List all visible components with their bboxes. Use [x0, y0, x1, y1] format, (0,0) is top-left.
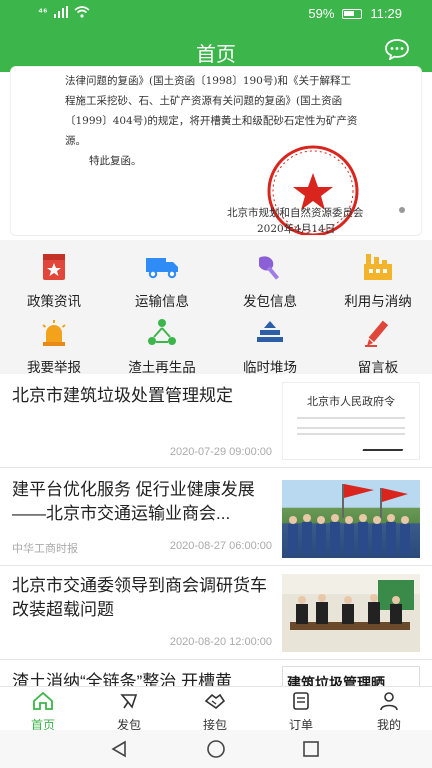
news-source: 中华工商时报	[12, 543, 78, 555]
shovel-icon	[259, 256, 280, 280]
system-nav-bar	[0, 730, 432, 768]
home-button-icon[interactable]	[206, 740, 226, 758]
news-item[interactable]: 建平台优化服务 促行业健康发展——北京市交通运输业商会... 中华工商时报 20…	[0, 470, 432, 566]
news-thumbnail: 北京市人民政府令	[282, 382, 420, 460]
grid-item-label: 运输信息	[135, 294, 189, 309]
grid-item-label: 利用与消纳	[344, 294, 412, 309]
signal-bars-icon	[53, 6, 68, 18]
grid-item-transport[interactable]: 运输信息	[108, 250, 216, 310]
grid-item-label: 临时堆场	[243, 360, 297, 375]
send-icon	[120, 694, 138, 709]
grid-item-report[interactable]: 我要举报	[0, 316, 108, 376]
function-grid: 政策资讯 运输信息 发包信息 利用与消纳 我要举报 渣土再生品 临时堆场 留言板	[0, 240, 432, 376]
handshake-icon	[204, 693, 226, 710]
news-thumbnail	[282, 574, 420, 652]
news-item[interactable]: 北京市建筑垃圾处置管理规定 2020-07-29 09:00:00 北京市人民政…	[0, 374, 432, 468]
tab-accept[interactable]: 接包	[172, 691, 258, 733]
status-bar: ⁴⁶ 59% 11:29	[0, 0, 432, 28]
recents-icon[interactable]	[302, 740, 320, 758]
grid-item-contract[interactable]: 发包信息	[216, 250, 324, 310]
news-title: 北京市建筑垃圾处置管理规定	[12, 386, 233, 405]
news-date: 2020-07-29 09:00:00	[169, 446, 272, 458]
grid-item-label: 发包信息	[243, 294, 297, 309]
grid-item-policy[interactable]: 政策资讯	[0, 250, 108, 310]
grid-item-recycle[interactable]: 渣土再生品	[108, 316, 216, 376]
doc-line: 法律问题的复函》(国土资函〔1998〕190号)和《关于解释工	[65, 75, 351, 87]
document-signer: 北京市规划和自然资源委员会	[227, 207, 364, 219]
grid-item-disposal[interactable]: 利用与消纳	[324, 250, 432, 310]
page-title: 首页	[196, 44, 236, 66]
document-date: 2020年4月14日	[257, 223, 336, 235]
policy-icon	[43, 254, 65, 280]
battery-percent: 59%	[308, 6, 335, 21]
stack-icon	[257, 321, 283, 342]
news-title: 建平台优化服务 促行业健康发展——北京市交通运输业商会...	[12, 480, 255, 523]
news-item[interactable]: 北京市交通委领导到商会调研货车改装超载问题 2020-08-20 12:00:0…	[0, 568, 432, 660]
news-thumbnail	[282, 480, 420, 558]
news-title: 北京市交通委领导到商会调研货车改装超载问题	[12, 576, 267, 619]
grid-item-label: 我要举报	[27, 360, 81, 375]
banner-carousel[interactable]: 法律问题的复函》(国土资函〔1998〕190号)和《关于解释工 程施工采挖砂、石…	[10, 66, 422, 236]
tab-mine[interactable]: 我的	[346, 691, 432, 733]
signal-icon: ⁴⁶	[38, 6, 48, 18]
grid-item-yard[interactable]: 临时堆场	[216, 316, 324, 376]
home-icon	[33, 691, 53, 710]
grid-item-messages[interactable]: 留言板	[324, 316, 432, 376]
wifi-icon	[74, 6, 90, 18]
doc-line: 程施工采挖砂、石、土矿产资源有关问题的复函》(国土资函	[65, 95, 343, 107]
doc-line: 〔1999〕404号)的规定，将开槽黄土和级配砂石定性为矿产资	[65, 115, 358, 127]
user-icon	[380, 692, 398, 711]
carousel-indicator[interactable]	[399, 207, 405, 213]
grid-item-label: 渣土再生品	[128, 360, 196, 375]
recycle-icon	[148, 319, 176, 345]
grid-item-label: 留言板	[357, 360, 399, 375]
news-date: 2020-08-20 12:00:00	[169, 636, 272, 648]
thumbnail-caption: 北京市人民政府令	[307, 395, 395, 408]
order-icon	[293, 692, 309, 710]
back-icon[interactable]	[110, 740, 128, 758]
tab-send[interactable]: 发包	[86, 691, 172, 733]
pen-icon	[365, 320, 389, 347]
bottom-tab-bar: 首页 发包 接包 订单 我的	[0, 686, 432, 733]
alarm-icon	[42, 320, 66, 346]
truck-icon	[146, 258, 178, 279]
tab-orders[interactable]: 订单	[258, 691, 344, 733]
tab-home[interactable]: 首页	[0, 691, 86, 733]
factory-icon	[364, 254, 392, 280]
clock: 11:29	[370, 6, 402, 21]
battery-icon	[342, 8, 363, 19]
grid-item-label: 政策资讯	[27, 294, 81, 309]
message-icon[interactable]	[384, 38, 410, 60]
news-date: 2020-08-27 06:00:00	[169, 540, 272, 552]
